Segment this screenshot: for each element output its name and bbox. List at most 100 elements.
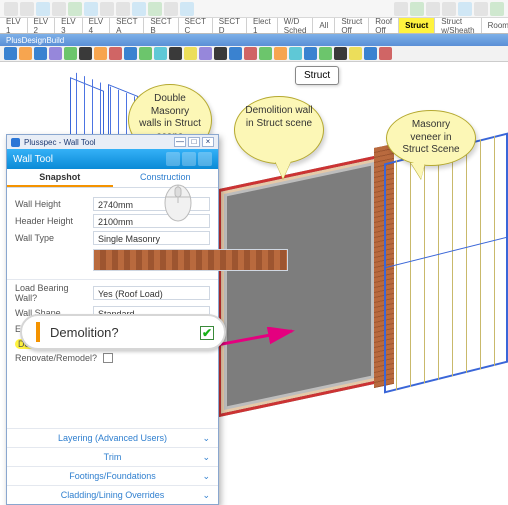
callout-text: Masonry veneer in Struct Scene — [402, 119, 459, 155]
pd-icon[interactable] — [274, 47, 287, 60]
toolbar-icon[interactable] — [36, 2, 50, 16]
scene-tab-wdsched[interactable]: W/D Sched — [278, 18, 314, 33]
panel-close-button[interactable]: × — [202, 137, 214, 147]
pd-icon[interactable] — [349, 47, 362, 60]
scene-tab-elect1[interactable]: Elect 1 — [247, 18, 278, 33]
demolition-zoom-label: Demolition? — [50, 325, 119, 340]
renovate-label: Renovate/Remodel? — [15, 353, 97, 363]
pd-icon[interactable] — [199, 47, 212, 60]
pd-icon[interactable] — [49, 47, 62, 60]
veneer-frame[interactable] — [384, 133, 508, 394]
toolbar-icon[interactable] — [4, 2, 18, 16]
toolbar-icon[interactable] — [442, 2, 456, 16]
section-footings[interactable]: Footings/Foundations ⌄ — [7, 466, 218, 485]
toolbar-icon[interactable] — [410, 2, 424, 16]
pd-icon[interactable] — [229, 47, 242, 60]
scene-tab-sect-b[interactable]: SECT B — [144, 18, 178, 33]
pd-icon[interactable] — [379, 47, 392, 60]
load-bearing-select[interactable]: Yes (Roof Load) — [93, 286, 210, 300]
section-layering-label: Layering (Advanced Users) — [58, 433, 167, 443]
toolbar-icon[interactable] — [164, 2, 178, 16]
pd-icon[interactable] — [64, 47, 77, 60]
toolbar-icon[interactable] — [426, 2, 440, 16]
veneer-stud — [424, 153, 425, 383]
section-cladding[interactable]: Cladding/Lining Overrides ⌄ — [7, 485, 218, 504]
orange-marker-icon — [36, 322, 40, 342]
scene-tab-sect-c[interactable]: SECT C — [179, 18, 213, 33]
scene-tab-roofoff[interactable]: Roof Off — [369, 18, 399, 33]
scene-tab-rooms[interactable]: Rooms/Areas — [482, 18, 508, 33]
pd-icon[interactable] — [139, 47, 152, 60]
section-layering[interactable]: Layering (Advanced Users) ⌄ — [7, 428, 218, 447]
panel-window-titlebar[interactable]: Plusspec - Wall Tool — □ × — [7, 135, 218, 149]
renovate-checkbox[interactable] — [103, 353, 113, 363]
panel-min-button[interactable]: — — [174, 137, 186, 147]
main-toolbar[interactable] — [0, 0, 508, 18]
scene-tab-elv2[interactable]: ELV 2 — [28, 18, 56, 33]
toolbar-icon[interactable] — [148, 2, 162, 16]
toolbar-icon[interactable] — [52, 2, 66, 16]
scene-tab-all[interactable]: All — [313, 18, 335, 33]
veneer-stud — [452, 146, 453, 376]
scene-tab-elv4[interactable]: ELV 4 — [83, 18, 111, 33]
wall-type-label: Wall Type — [15, 233, 87, 243]
scene-tab-sect-a[interactable]: SECT A — [110, 18, 144, 33]
scene-tab-sect-d[interactable]: SECT D — [213, 18, 247, 33]
pd-icon[interactable] — [94, 47, 107, 60]
scene-tab-elv3[interactable]: ELV 3 — [55, 18, 83, 33]
pd-icon[interactable] — [124, 47, 137, 60]
panel-header-icon[interactable] — [166, 152, 180, 166]
toolbar-icon[interactable] — [132, 2, 146, 16]
toolbar-icon[interactable] — [180, 2, 194, 16]
panel-header-icon[interactable] — [182, 152, 196, 166]
pd-icon[interactable] — [334, 47, 347, 60]
pd-icon[interactable] — [169, 47, 182, 60]
demolition-zoom-checkbox[interactable]: ✔ — [200, 326, 214, 340]
scene-tab-structoff[interactable]: Struct Off — [335, 18, 369, 33]
pd-icon[interactable] — [289, 47, 302, 60]
scene-tab-struct[interactable]: Struct — [399, 18, 435, 33]
section-cladding-label: Cladding/Lining Overrides — [61, 490, 165, 500]
pd-icon[interactable] — [319, 47, 332, 60]
scene-tab-structsheath[interactable]: Struct w/Sheath — [435, 18, 481, 33]
demolition-wall[interactable] — [218, 155, 380, 417]
section-trim[interactable]: Trim ⌄ — [7, 447, 218, 466]
toolbar-icon[interactable] — [68, 2, 82, 16]
wall-type-select[interactable]: Single Masonry — [93, 231, 210, 245]
plusdesign-toolbar[interactable] — [0, 46, 508, 62]
panel-header-title: Wall Tool — [13, 154, 53, 165]
demolition-zoom-bubble: Demolition? ✔ — [20, 314, 226, 350]
pd-icon[interactable] — [184, 47, 197, 60]
wall-height-label: Wall Height — [15, 199, 87, 209]
pd-icon[interactable] — [259, 47, 272, 60]
pd-icon[interactable] — [109, 47, 122, 60]
toolbar-icon[interactable] — [490, 2, 504, 16]
demolition-wall-face — [218, 155, 380, 417]
panel-header-icon[interactable] — [198, 152, 212, 166]
pd-icon[interactable] — [364, 47, 377, 60]
veneer-stud — [494, 136, 495, 366]
pd-icon[interactable] — [214, 47, 227, 60]
pd-icon[interactable] — [154, 47, 167, 60]
panel-max-button[interactable]: □ — [188, 137, 200, 147]
pd-icon[interactable] — [4, 47, 17, 60]
pd-icon[interactable] — [79, 47, 92, 60]
plusspec-icon — [11, 138, 20, 147]
panel-tab-snapshot[interactable]: Snapshot — [7, 169, 113, 187]
pd-icon[interactable] — [244, 47, 257, 60]
veneer-stud — [396, 160, 397, 390]
pd-icon[interactable] — [304, 47, 317, 60]
material-swatch[interactable] — [93, 249, 288, 271]
toolbar-icon[interactable] — [100, 2, 114, 16]
toolbar-icon[interactable] — [394, 2, 408, 16]
toolbar-icon[interactable] — [20, 2, 34, 16]
veneer-stud — [466, 143, 467, 373]
veneer-stud — [480, 139, 481, 369]
pd-icon[interactable] — [19, 47, 32, 60]
toolbar-icon[interactable] — [474, 2, 488, 16]
toolbar-icon[interactable] — [116, 2, 130, 16]
scene-tab-elv1[interactable]: ELV 1 — [0, 18, 28, 33]
pd-icon[interactable] — [34, 47, 47, 60]
toolbar-icon[interactable] — [458, 2, 472, 16]
toolbar-icon[interactable] — [84, 2, 98, 16]
